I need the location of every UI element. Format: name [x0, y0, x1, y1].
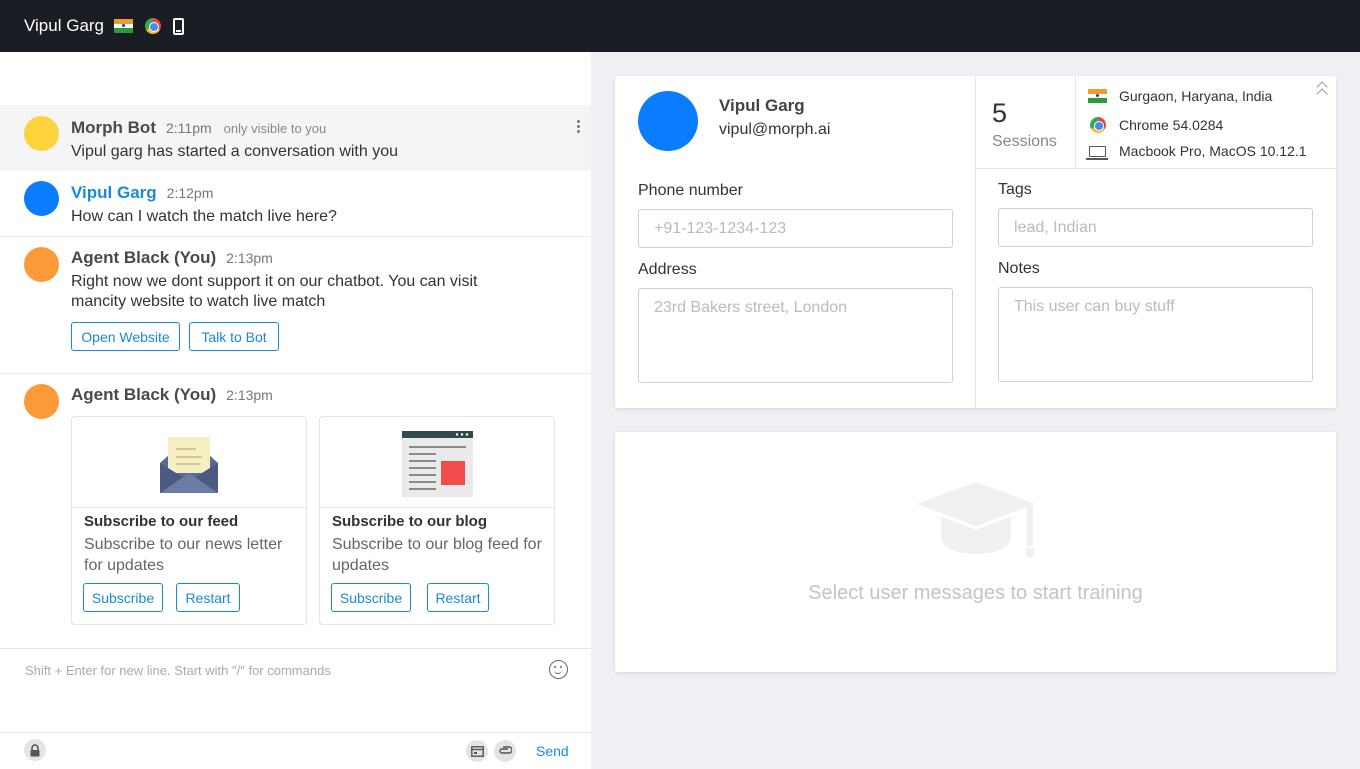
divider [0, 648, 591, 649]
message-text: How can I watch the match live here? [71, 208, 337, 225]
restart-button[interactable]: Restart [427, 583, 489, 612]
divider [975, 168, 1336, 169]
subscribe-blog-card: Subscribe to our blog Subscribe to our b… [319, 416, 555, 625]
divider [1075, 76, 1076, 168]
notes-field[interactable] [998, 287, 1313, 382]
message-sender: Morph Bot [71, 118, 156, 137]
top-bar: Vipul Garg [0, 0, 1360, 52]
phone-label: Phone number [638, 182, 743, 199]
graduation-cap-icon [917, 482, 1035, 557]
emoji-icon[interactable] [549, 660, 568, 679]
chat-panel: Morph Bot 2:11pm only visible to you Vip… [0, 52, 591, 769]
message-sender[interactable]: Vipul Garg [71, 183, 157, 203]
more-options-icon[interactable] [577, 120, 581, 135]
chrome-icon [145, 18, 162, 34]
location-text: Gurgaon, Haryana, India [1119, 88, 1273, 104]
address-field[interactable] [638, 288, 953, 383]
user-profile-panel: Vipul Garg vipul@morph.ai 5 Sessions Gur… [615, 76, 1336, 408]
message-sender: Agent Black (You) [71, 385, 217, 404]
card-description: Subscribe to our blog feed for updates [332, 536, 542, 574]
address-label: Address [638, 261, 697, 278]
sessions-count: 5 [992, 98, 1008, 128]
browser-text: Chrome 54.0284 [1119, 117, 1224, 133]
message-item[interactable]: Morph Bot 2:11pm only visible to you Vip… [0, 105, 591, 171]
card-title: Subscribe to our blog [332, 513, 488, 530]
card-description: Subscribe to our news letter for updates [84, 536, 283, 574]
avatar [24, 181, 59, 216]
template-icon[interactable] [466, 740, 488, 762]
user-name: Vipul Garg [24, 16, 105, 35]
phone-field[interactable] [638, 209, 953, 248]
tags-field[interactable] [998, 208, 1313, 247]
message-item[interactable]: Agent Black (You) 2:13pm Subscribe to ou… [0, 374, 591, 634]
open-website-button[interactable]: Open Website [71, 322, 180, 351]
send-button[interactable]: Send [536, 743, 569, 759]
envelope-icon [160, 437, 218, 493]
avatar [24, 384, 59, 419]
browser-row: Chrome 54.0284 [1088, 117, 1223, 133]
device-text: Macbook Pro, MacOS 10.12.1 [1119, 143, 1307, 159]
lock-icon[interactable] [24, 739, 46, 761]
avatar [638, 91, 698, 151]
card-image [320, 417, 554, 508]
attachment-icon[interactable] [494, 740, 516, 762]
message-item[interactable]: Vipul Garg 2:12pm How can I watch the ma… [0, 171, 591, 236]
avatar [24, 116, 59, 151]
subscribe-button[interactable]: Subscribe [83, 583, 163, 612]
sessions-label: Sessions [992, 133, 1057, 150]
location-row: Gurgaon, Haryana, India [1088, 88, 1272, 104]
message-input[interactable]: Shift + Enter for new line. Start with "… [25, 663, 331, 678]
message-text-line: mancity website to watch live match [71, 293, 326, 310]
india-flag-icon [1088, 89, 1107, 103]
laptop-icon [1086, 145, 1108, 160]
india-flag-icon [114, 19, 134, 33]
message-time: 2:13pm [226, 387, 273, 403]
card-title: Subscribe to our feed [84, 513, 239, 530]
talk-to-bot-button[interactable]: Talk to Bot [189, 322, 279, 351]
blog-page-icon [402, 431, 473, 497]
subscribe-feed-card: Subscribe to our feed Subscribe to our n… [71, 416, 307, 625]
divider [0, 732, 591, 733]
profile-name: Vipul Garg [719, 96, 805, 115]
message-time: 2:12pm [166, 185, 214, 201]
message-time: 2:13pm [226, 250, 273, 266]
collapse-icon[interactable] [1316, 88, 1328, 100]
training-empty-message: Select user messages to start training [808, 582, 1143, 604]
mobile-device-icon [173, 17, 185, 35]
card-image [72, 417, 306, 508]
message-text: Vipul garg has started a conversation wi… [71, 143, 399, 160]
notes-label: Notes [998, 260, 1040, 277]
subscribe-button[interactable]: Subscribe [331, 583, 411, 612]
restart-button[interactable]: Restart [176, 583, 240, 612]
message-text: Right now we dont support it on our chat… [71, 272, 477, 312]
profile-email: vipul@morph.ai [719, 121, 831, 138]
avatar [24, 247, 59, 282]
training-panel: Select user messages to start training [615, 432, 1336, 672]
message-text-line: Right now we dont support it on our chat… [71, 273, 478, 290]
message-item[interactable]: Agent Black (You) 2:13pm Right now we do… [0, 237, 591, 373]
chrome-icon [1089, 117, 1106, 133]
divider [975, 76, 976, 408]
message-time: 2:11pm [165, 120, 212, 136]
device-row: Macbook Pro, MacOS 10.12.1 [1086, 143, 1307, 160]
message-sender: Agent Black (You) [71, 248, 217, 267]
tags-label: Tags [998, 181, 1032, 198]
visibility-note: only visible to you [223, 121, 327, 136]
